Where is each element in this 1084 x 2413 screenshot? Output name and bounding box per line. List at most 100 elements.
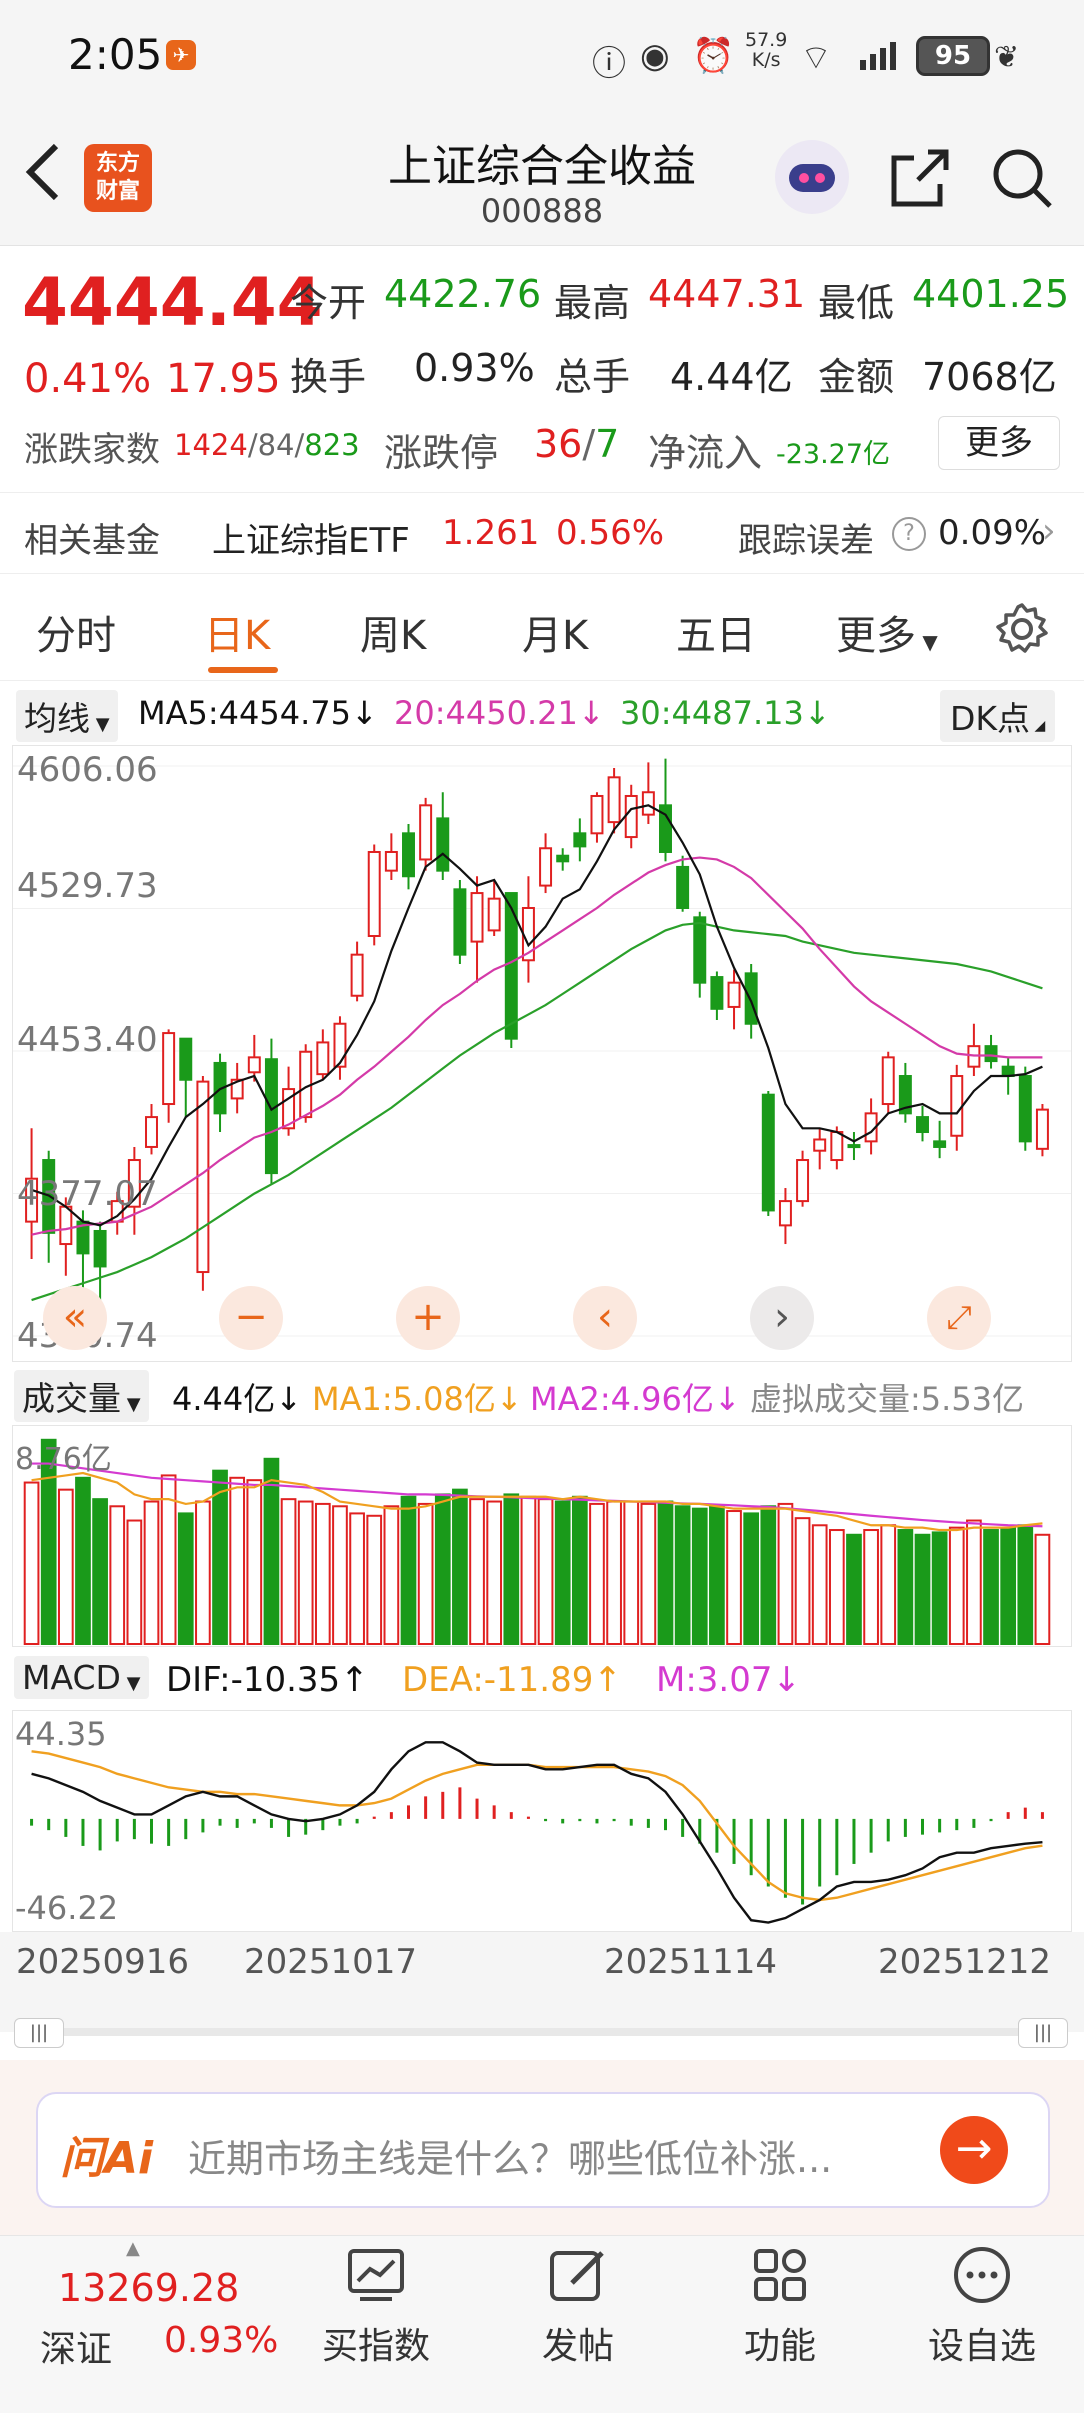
- ai-section: 问Ai 近期市场主线是什么？哪些低位补涨... →: [0, 2060, 1084, 2235]
- signal-icon: [860, 40, 904, 74]
- index-ticker[interactable]: 13269.28 深证 0.93%: [0, 2260, 300, 2410]
- ma-select[interactable]: 均线 ▼: [16, 690, 118, 742]
- tab-weekly-k[interactable]: 周K: [360, 603, 426, 661]
- volume-bar: [520, 1495, 537, 1645]
- tab-active-indicator: [208, 667, 278, 673]
- candle: [436, 792, 450, 880]
- volume-bar: [537, 1498, 554, 1645]
- scroll-left-button[interactable]: ‹: [573, 1286, 637, 1350]
- range-handle-left[interactable]: |||: [14, 2018, 64, 2048]
- search-icon[interactable]: [990, 146, 1054, 210]
- grid-icon: [754, 2249, 806, 2301]
- volume-bar: [623, 1500, 640, 1646]
- volume-bar: [914, 1533, 931, 1645]
- macd-select[interactable]: MACD ▼: [14, 1656, 149, 1699]
- ai-send-button[interactable]: →: [940, 2116, 1008, 2184]
- index-pct: 0.93%: [164, 2320, 279, 2361]
- dif-value: DIF:-10.35↑: [166, 1660, 369, 1700]
- wifi-icon: ⌔: [800, 38, 832, 78]
- volume-label: 总手: [554, 355, 631, 399]
- candle: [727, 969, 741, 1030]
- volume-bar: [571, 1495, 588, 1645]
- limit-counts: 36/7: [534, 422, 620, 466]
- buy-index-button[interactable]: 买指数: [316, 2245, 436, 2369]
- caret-down-icon: ▼: [916, 630, 938, 654]
- open-value: 4422.76: [384, 272, 542, 316]
- volume-bar: [23, 1481, 40, 1645]
- volume-value: 4.44亿: [670, 355, 793, 399]
- status-time: 2:05: [68, 30, 163, 79]
- ai-input-box[interactable]: 问Ai 近期市场主线是什么？哪些低位补涨... →: [36, 2092, 1050, 2208]
- candle: [316, 1029, 330, 1080]
- high-value: 4447.31: [648, 272, 806, 316]
- zoom-out-button[interactable]: −: [219, 1286, 283, 1350]
- candle: [796, 1150, 810, 1207]
- candle: [778, 1188, 792, 1245]
- nav-bar: 东方 财富 上证综合全收益 000888: [0, 110, 1084, 246]
- volume-bar: [777, 1502, 794, 1645]
- tab-more[interactable]: 更多 ▼: [836, 603, 938, 661]
- candle: [710, 971, 724, 1021]
- fullscreen-icon[interactable]: ⤢: [927, 1286, 991, 1350]
- macd-chart[interactable]: 44.35 -46.22: [12, 1710, 1072, 1932]
- zoom-in-button[interactable]: +: [396, 1286, 460, 1350]
- date-label-2: 20251114: [604, 1942, 778, 1982]
- settings-gear-icon[interactable]: [994, 601, 1050, 657]
- volume-bar: [486, 1500, 503, 1646]
- candle: [264, 1038, 278, 1185]
- back-button[interactable]: [18, 140, 68, 201]
- volume-bar: [1000, 1526, 1017, 1645]
- tab-daily-k[interactable]: 日K: [204, 603, 270, 661]
- amount-label: 金额: [818, 355, 895, 399]
- tab-monthly-k[interactable]: 月K: [522, 603, 588, 661]
- dea-value: DEA:-11.89↑: [402, 1660, 622, 1700]
- m-value: M:3.07↓: [656, 1660, 801, 1700]
- up-count: 1424: [174, 428, 248, 462]
- macd-svg: [30, 1741, 1044, 1924]
- volume-select[interactable]: 成交量 ▼: [14, 1370, 149, 1422]
- candle: [367, 844, 381, 946]
- updown-label: 涨跌家数: [24, 430, 160, 470]
- expand-caret-icon[interactable]: ▲: [126, 2238, 140, 2259]
- vol-ma2-text: MA2:4.96亿: [530, 1380, 714, 1418]
- turnover-value: 0.93%: [414, 346, 535, 390]
- volume-bar: [314, 1502, 331, 1645]
- functions-button[interactable]: 功能: [720, 2245, 840, 2369]
- candle: [1035, 1104, 1049, 1157]
- range-handle-right[interactable]: |||: [1018, 2018, 1068, 2048]
- tab-intraday[interactable]: 分时: [36, 603, 116, 661]
- volume-bar: [297, 1500, 314, 1646]
- share-icon[interactable]: [888, 146, 952, 210]
- scroll-right-button[interactable]: ›: [750, 1286, 814, 1350]
- volume-svg: [23, 1438, 1051, 1646]
- volume-bar: [229, 1476, 246, 1646]
- add-watchlist-button[interactable]: 设自选: [922, 2245, 1042, 2369]
- app-notification-icon: ✈: [166, 40, 196, 70]
- kline-chart[interactable]: 4606.06 4529.73 4453.40 4377.07 4300.74 …: [12, 745, 1072, 1362]
- volume-bar: [828, 1529, 845, 1645]
- date-label-0: 20250916: [16, 1942, 190, 1982]
- candle: [384, 833, 398, 880]
- volume-bar: [880, 1524, 897, 1645]
- dk-point-toggle[interactable]: DK点 ◢: [940, 690, 1056, 742]
- ai-robot-icon[interactable]: [775, 140, 849, 214]
- tab-five-day[interactable]: 五日: [676, 603, 756, 661]
- candle: [521, 876, 535, 983]
- scroll-left-fast-button[interactable]: «: [43, 1286, 107, 1350]
- related-fund-row[interactable]: 相关基金 上证综指ETF 1.261 0.56% 跟踪误差 ? 0.09% ›: [0, 492, 1084, 574]
- volume-text: 4.44亿: [172, 1380, 276, 1418]
- change-percent: 0.41%: [24, 356, 152, 402]
- volume-bar: [811, 1524, 828, 1645]
- net-speed-value: 57.9: [745, 29, 788, 51]
- volume-bar: [691, 1507, 708, 1645]
- volume-bar: [280, 1498, 297, 1645]
- help-icon[interactable]: ?: [892, 517, 926, 551]
- range-scrollbar[interactable]: [16, 2028, 1066, 2036]
- post-button[interactable]: 发帖: [518, 2245, 638, 2369]
- quote-panel: 4444.44 0.41% 17.95 今开 4422.76 最高 4447.3…: [0, 246, 1084, 491]
- limit-up-count: 36: [534, 422, 583, 466]
- volume-bar: [743, 1512, 760, 1646]
- more-button[interactable]: 更多: [938, 416, 1060, 470]
- volume-chart[interactable]: 8.76亿: [12, 1425, 1072, 1647]
- ai-logo: 问Ai: [60, 2133, 154, 2184]
